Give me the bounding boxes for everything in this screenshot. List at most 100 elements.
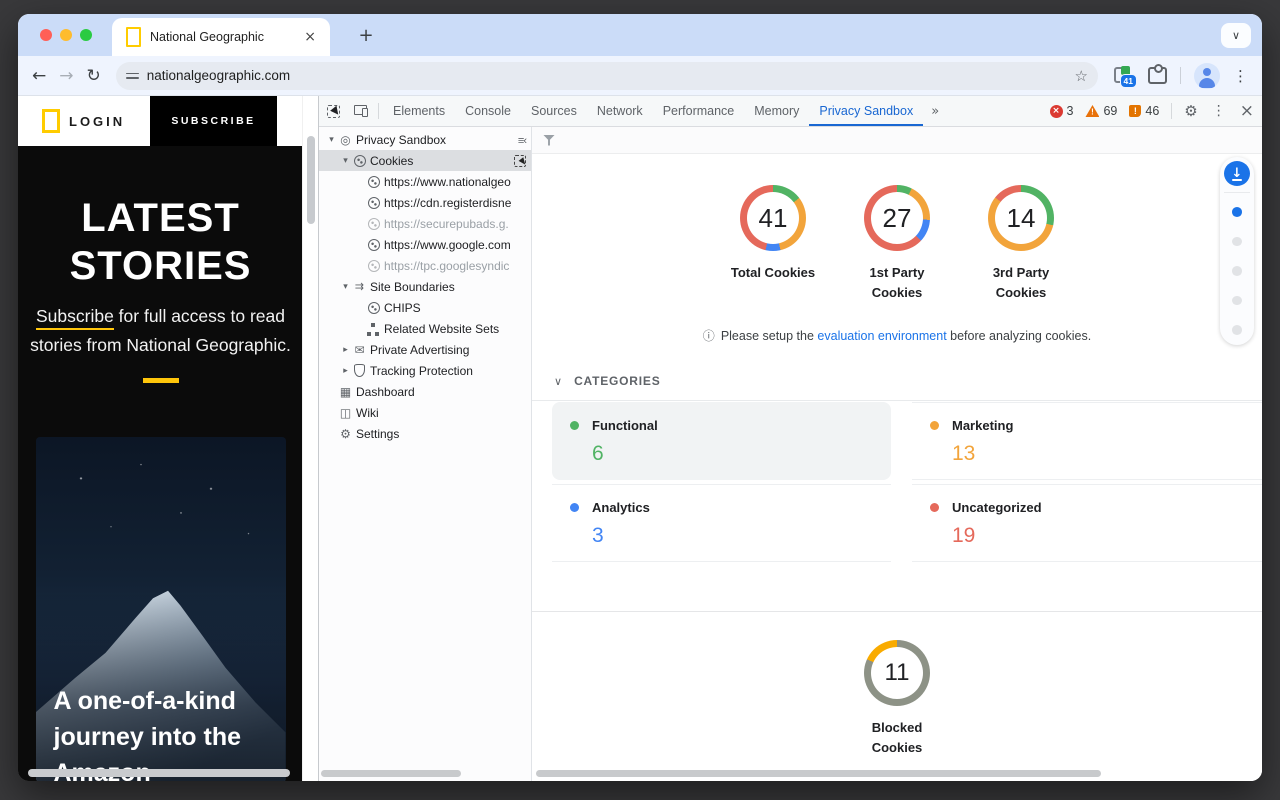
devtools-settings-icon[interactable]: ⚙	[1184, 102, 1197, 120]
browser-menu-icon[interactable]: ⋮	[1233, 67, 1248, 85]
close-window-button[interactable]	[40, 29, 52, 41]
back-button[interactable]: ←	[32, 66, 46, 86]
category-value: 3	[592, 524, 891, 548]
donut-ring: 11	[864, 640, 930, 706]
download-report-button[interactable]: ↓	[1224, 161, 1250, 186]
tree-item-dashboard[interactable]: Dashboard	[319, 381, 531, 402]
zoom-window-button[interactable]	[80, 29, 92, 41]
filter-funnel-icon[interactable]	[543, 135, 555, 146]
issues-icon: !	[1129, 105, 1141, 117]
browser-tab[interactable]: National Geographic ×	[112, 18, 330, 56]
cookie-icon	[366, 238, 381, 252]
collapsed-arrow-icon[interactable]: ▸	[339, 345, 352, 355]
devtools-tab-memory[interactable]: Memory	[744, 96, 809, 126]
bookmark-star-icon[interactable]: ☆	[1075, 67, 1088, 85]
donut-label: Total Cookies	[727, 263, 819, 283]
tree-item-privacy-sandbox[interactable]: ▾Privacy Sandbox	[319, 129, 531, 150]
tree-item-https-securepubads-g[interactable]: https://securepubads.g.	[319, 213, 531, 234]
devtools-panel: ElementsConsoleSourcesNetworkPerformance…	[318, 96, 1262, 781]
tab-close-icon[interactable]: ×	[300, 29, 320, 45]
new-tab-button[interactable]: +	[354, 23, 378, 47]
devtools-menu-icon[interactable]: ⋮	[1212, 103, 1226, 119]
extensions-puzzle-icon[interactable]	[1148, 67, 1167, 84]
subscribe-link[interactable]: Subscribe	[36, 306, 114, 330]
story-card[interactable]: A one-of-a-kind journey into the Amazon	[36, 437, 286, 781]
reload-button[interactable]: ↻	[87, 66, 101, 86]
tree-item-wiki[interactable]: Wiki	[319, 402, 531, 423]
stepper-dot[interactable]	[1232, 266, 1242, 276]
tab-search-chevron-button[interactable]: ∨	[1221, 23, 1251, 48]
devtools-tab-sources[interactable]: Sources	[521, 96, 587, 126]
wiki-icon	[338, 406, 353, 420]
errors-badge[interactable]: × 3	[1050, 104, 1074, 118]
category-card-analytics[interactable]: Analytics3	[552, 484, 891, 562]
expanded-arrow-icon[interactable]: ▾	[339, 282, 352, 292]
inspect-element-icon[interactable]	[327, 105, 340, 118]
stepper-dot[interactable]	[1232, 296, 1242, 306]
device-toolbar-icon[interactable]	[354, 105, 368, 117]
category-dot-icon	[570, 421, 579, 430]
tree-item-settings[interactable]: Settings	[319, 423, 531, 444]
stepper-dot[interactable]	[1232, 237, 1242, 247]
tree-horizontal-scrollbar[interactable]	[321, 770, 461, 777]
devtools-tab-performance[interactable]: Performance	[653, 96, 745, 126]
stepper-dot-active[interactable]	[1232, 207, 1242, 217]
page-vertical-scrollbar[interactable]	[307, 136, 315, 224]
devtools-tab-elements[interactable]: Elements	[383, 96, 455, 126]
subscribe-button[interactable]: SUBSCRIBE	[150, 96, 277, 146]
tree-item-tracking-protection[interactable]: ▸Tracking Protection	[319, 360, 531, 381]
dashboard-icon	[338, 385, 353, 399]
collapsed-arrow-icon[interactable]: ▸	[339, 366, 352, 376]
profile-avatar[interactable]	[1194, 63, 1220, 89]
issues-count: 46	[1145, 104, 1159, 118]
categories-title: CATEGORIES	[574, 374, 660, 388]
expanded-arrow-icon[interactable]: ▾	[325, 135, 338, 145]
tree-item-site-boundaries[interactable]: ▾ Site Boundaries	[319, 276, 531, 297]
categories-header[interactable]: ∨ CATEGORIES	[532, 374, 1262, 388]
tree-item-https-www-google-com[interactable]: https://www.google.com	[319, 234, 531, 255]
page-horizontal-scrollbar[interactable]	[28, 769, 290, 777]
extension-icon[interactable]: 41	[1113, 66, 1135, 86]
address-bar[interactable]: nationalgeographic.com ☆	[116, 62, 1098, 90]
expanded-arrow-icon[interactable]: ▾	[339, 156, 352, 166]
tree-item-related-website-sets[interactable]: Related Website Sets	[319, 318, 531, 339]
login-button[interactable]: LOGIN	[69, 114, 125, 129]
card-title-line3: Amazon	[54, 755, 242, 781]
more-tabs-button[interactable]: »	[923, 104, 947, 119]
privacy-sandbox-icon	[338, 133, 353, 147]
report-horizontal-scrollbar[interactable]	[536, 770, 1101, 777]
tree-item-chips[interactable]: CHIPS	[319, 297, 531, 318]
devtools-close-icon[interactable]: ×	[1240, 101, 1254, 121]
tree-item-https-www-nationalgeo[interactable]: https://www.nationalgeo	[319, 171, 531, 192]
tree-item-label: Site Boundaries	[370, 280, 455, 294]
stepper-dot[interactable]	[1232, 325, 1242, 335]
cookie-icon	[366, 175, 381, 189]
collapse-panel-icon[interactable]	[518, 133, 526, 147]
tree-item-private-advertising[interactable]: ▸Private Advertising	[319, 339, 531, 360]
tree-item-label: https://cdn.registerdisne	[384, 196, 511, 210]
categories-divider	[532, 400, 1262, 401]
donut-hole: 41	[747, 192, 799, 244]
devtools-tab-network[interactable]: Network	[587, 96, 653, 126]
tree-item-https-cdn-registerdisne[interactable]: https://cdn.registerdisne	[319, 192, 531, 213]
tree-item-https-tpc-googlesyndic[interactable]: https://tpc.googlesyndic	[319, 255, 531, 276]
site-info-icon[interactable]	[126, 70, 139, 82]
minimize-window-button[interactable]	[60, 29, 72, 41]
setup-note: ⓘ Please setup the evaluation environmen…	[532, 327, 1262, 344]
warnings-badge[interactable]: 69	[1085, 104, 1117, 118]
inspect-small-icon[interactable]	[514, 155, 526, 167]
evaluation-environment-link[interactable]: evaluation environment	[817, 329, 946, 343]
natgeo-body: LATEST STORIES Subscribe for full access…	[18, 146, 303, 781]
natgeo-logo[interactable]	[42, 109, 60, 133]
devtools-tab-console[interactable]: Console	[455, 96, 521, 126]
devtools-controls: ⚙ ⋮ ×	[1171, 103, 1254, 119]
info-icon: ⓘ	[703, 327, 715, 344]
category-card-uncategorized[interactable]: Uncategorized19	[912, 484, 1262, 562]
tree-item-cookies[interactable]: ▾Cookies	[319, 150, 531, 171]
forward-button[interactable]: →	[59, 66, 73, 86]
issues-badge[interactable]: ! 46	[1129, 104, 1159, 118]
category-card-functional[interactable]: Functional6	[552, 402, 891, 480]
devtools-tab-privacy-sandbox[interactable]: Privacy Sandbox	[809, 96, 923, 126]
cookies-overview-donuts: 41Total Cookies271st Party Cookies143rd …	[532, 155, 1262, 303]
category-card-marketing[interactable]: Marketing13	[912, 402, 1262, 480]
